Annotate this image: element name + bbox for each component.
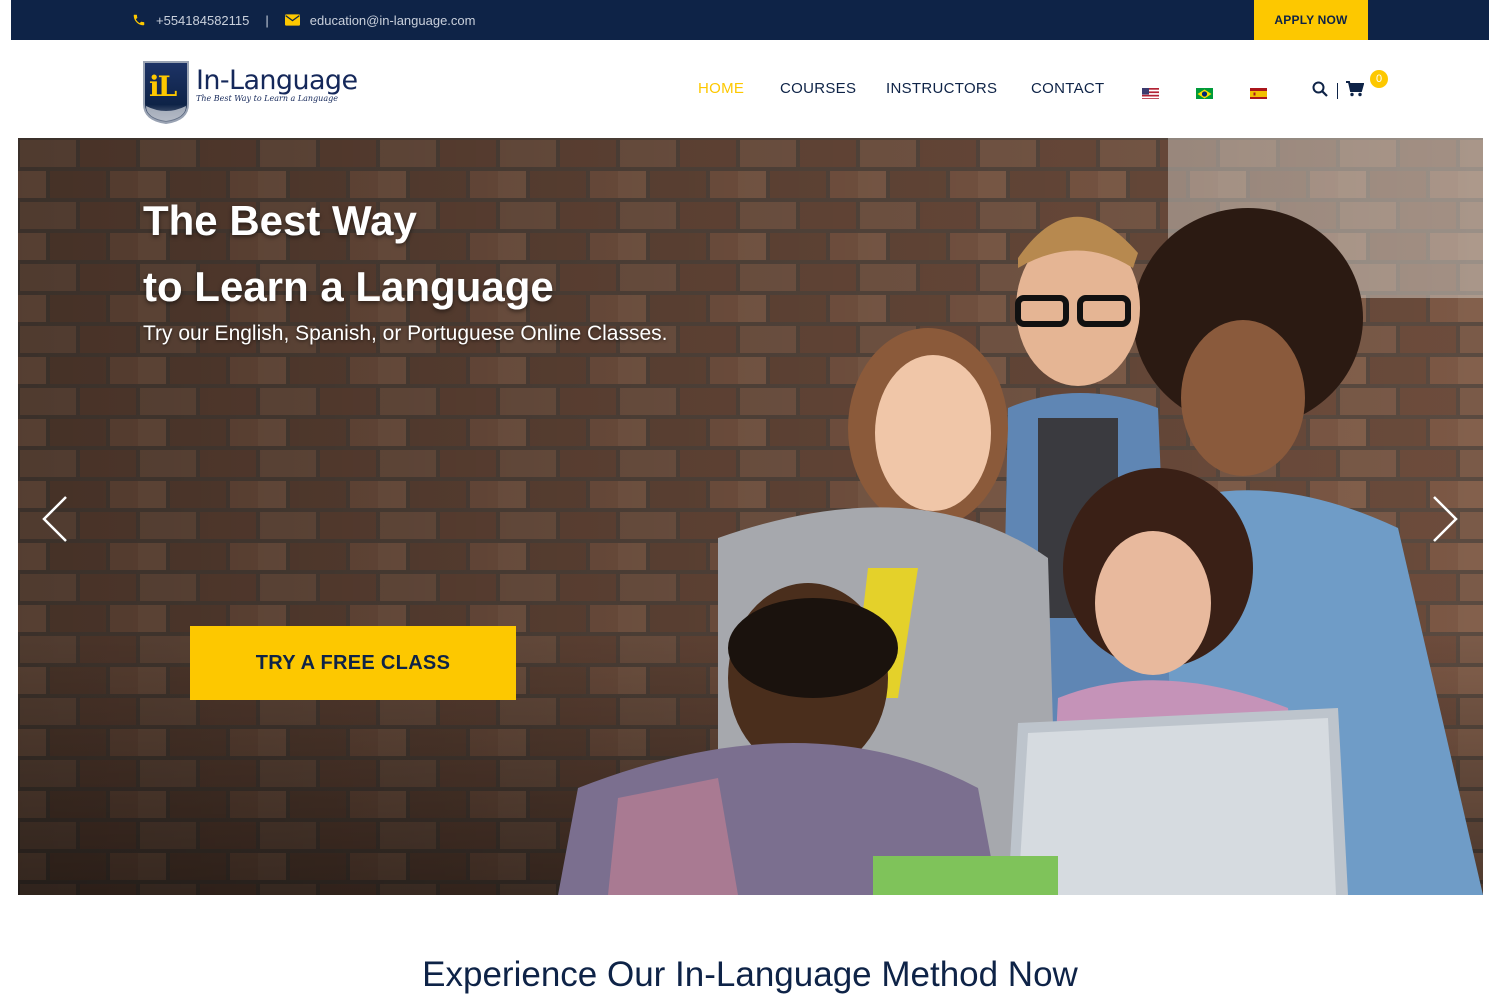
nav-item-courses[interactable]: COURSES	[780, 80, 856, 97]
contact-separator: |	[265, 12, 269, 28]
try-free-class-button[interactable]: TRY A FREE CLASS	[190, 626, 516, 700]
hero-title-line2: to Learn a Language	[143, 263, 554, 310]
phone-number[interactable]: +554184582115	[156, 13, 249, 28]
method-section-heading: Experience Our In-Language Method Now	[422, 955, 1078, 994]
search-icon[interactable]	[1312, 81, 1328, 102]
top-bar: +554184582115 | education@in-language.co…	[11, 0, 1489, 40]
logo-monogram: iL	[149, 70, 177, 103]
brazil-flag-icon[interactable]	[1196, 87, 1213, 99]
tools-divider	[1337, 83, 1338, 99]
logo-tagline: The Best Way to Learn a Language	[196, 94, 338, 103]
cart-count-badge: 0	[1370, 70, 1388, 88]
nav-item-instructors[interactable]: INSTRUCTORS	[886, 80, 997, 97]
logo-badge: iL	[142, 60, 190, 125]
site-logo[interactable]: iL In-Language The Best Way to Learn a L…	[142, 60, 358, 125]
spain-flag-icon[interactable]	[1250, 87, 1267, 99]
logo-name: In-Language	[196, 65, 358, 96]
contact-info: +554184582115 | education@in-language.co…	[132, 0, 475, 40]
email-address[interactable]: education@in-language.com	[310, 13, 476, 28]
chevron-left-icon[interactable]	[40, 494, 70, 544]
site-header: iL In-Language The Best Way to Learn a L…	[0, 40, 1500, 138]
nav-item-contact[interactable]: CONTACT	[1031, 80, 1104, 97]
us-flag-icon[interactable]	[1142, 87, 1159, 99]
apply-now-button[interactable]: APPLY NOW	[1254, 0, 1368, 40]
nav-item-home[interactable]: HOME	[698, 80, 744, 97]
header-tools	[1312, 80, 1365, 102]
hero-subtitle: Try our English, Spanish, or Portuguese …	[143, 322, 668, 345]
cart-icon[interactable]	[1346, 80, 1365, 102]
hero-title: The Best Way to Learn a Language	[143, 188, 554, 320]
hero-title-line1: The Best Way	[143, 197, 417, 244]
hero-slider: The Best Way to Learn a Language Try our…	[18, 138, 1483, 895]
envelope-icon	[284, 14, 300, 26]
phone-icon	[132, 13, 146, 27]
chevron-right-icon[interactable]	[1430, 494, 1460, 544]
